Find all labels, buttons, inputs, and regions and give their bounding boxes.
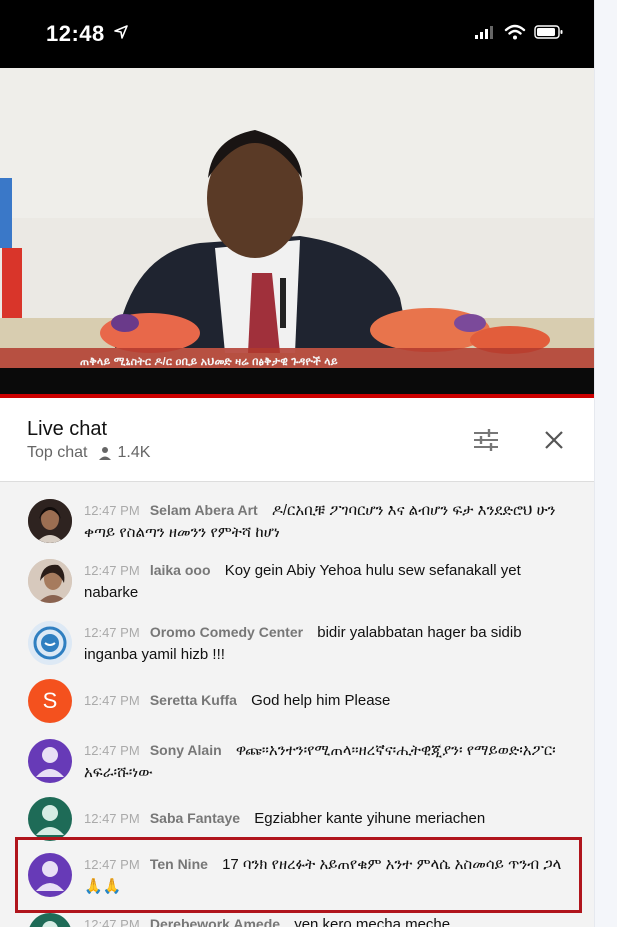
chat-message: 12:47 PM Sony Alain ዋጩ።አንተን፡የሚጠላ።ዘረኛና፡ሒት… xyxy=(0,735,594,787)
message-time: 12:47 PM xyxy=(84,811,140,826)
highlight-annotation-box xyxy=(15,837,582,913)
message-author[interactable]: Sony Alain xyxy=(150,742,222,758)
status-bar: 12:48 xyxy=(0,0,594,68)
message-time: 12:47 PM xyxy=(84,503,140,518)
message-author[interactable]: Selam Abera Art xyxy=(150,502,258,518)
chat-subtitle: Top chat 1.4K xyxy=(27,444,150,462)
wifi-icon xyxy=(504,24,526,40)
channel-logo xyxy=(28,621,72,665)
chat-message: 12:47 PM laika ooo Koy gein Abiy Yehoa h… xyxy=(0,555,594,607)
chat-message-content: 12:47 PM Saba Fantaye Egziabher kante yi… xyxy=(84,807,576,830)
message-text: Egziabher kante yihune meriachen xyxy=(254,810,486,827)
right-margin xyxy=(594,0,617,927)
chat-message-content: 12:47 PM laika ooo Koy gein Abiy Yehoa h… xyxy=(84,559,576,604)
user-photo xyxy=(28,499,72,543)
video-player[interactable]: ጠቅላይ ሚኒስትር ዶ/ር ዐቢይ አህመድ ዛሬ በፅቅታዊ ጉዳዮች ላይ xyxy=(0,68,594,398)
status-time: 12:48 xyxy=(46,21,105,46)
avatar[interactable] xyxy=(28,621,72,665)
message-time: 12:47 PM xyxy=(84,693,140,708)
person-icon xyxy=(99,447,112,460)
default-avatar-icon xyxy=(42,921,58,927)
cellular-signal-icon xyxy=(475,26,493,39)
avatar-initial: S xyxy=(42,688,58,713)
avatar[interactable] xyxy=(28,797,72,841)
chat-message-content: 12:47 PM Selam Abera Art ዶ/ርአቢቹ ፖገባርሆን እ… xyxy=(84,499,576,544)
default-avatar-icon xyxy=(36,747,64,777)
message-time: 12:47 PM xyxy=(84,625,140,640)
message-author[interactable]: Derebework Amede xyxy=(150,916,280,927)
avatar[interactable]: S xyxy=(28,679,72,723)
video-frame xyxy=(0,68,594,398)
message-author[interactable]: Oromo Comedy Center xyxy=(150,624,303,640)
chat-title: Live chat xyxy=(27,418,108,440)
avatar[interactable] xyxy=(28,739,72,783)
message-author[interactable]: Seretta Kuffa xyxy=(150,692,237,708)
chat-message-content: 12:47 PM Sony Alain ዋጩ።አንተን፡የሚጠላ።ዘረኛና፡ሒት… xyxy=(84,739,576,784)
filter-settings-icon[interactable] xyxy=(470,426,502,454)
viewer-count: 1.4K xyxy=(117,444,151,461)
message-author[interactable]: laika ooo xyxy=(150,562,211,578)
chat-message: 12:47 PM Saba Fantaye Egziabher kante yi… xyxy=(0,797,594,841)
chat-message: 12:47 PM Oromo Comedy Center bidir yalab… xyxy=(0,617,594,669)
message-time: 12:47 PM xyxy=(84,917,140,927)
avatar[interactable] xyxy=(28,499,72,543)
message-time: 12:47 PM xyxy=(84,743,140,758)
avatar[interactable] xyxy=(28,913,72,927)
phone-screen: 12:48 ጠቅላይ ሚኒስትር ዶ/ር ዐቢይ አህመድ ዛሬ በፅቅታዊ ጉ… xyxy=(0,0,594,927)
message-author[interactable]: Saba Fantaye xyxy=(150,810,240,826)
chat-message-content: 12:47 PM Derebework Amede yen kero mecha… xyxy=(84,913,576,927)
status-icons xyxy=(474,24,564,40)
avatar[interactable] xyxy=(28,559,72,603)
chat-header: Live chat Top chat 1.4K xyxy=(0,398,594,482)
video-caption: ጠቅላይ ሚኒስትር ዶ/ር ዐቢይ አህመድ ዛሬ በፅቅታዊ ጉዳዮች ላይ xyxy=(80,356,338,368)
chat-mode-selector[interactable]: Top chat xyxy=(27,444,87,462)
chat-message-content: 12:47 PM Seretta Kuffa God help him Plea… xyxy=(84,689,576,712)
chat-message: S 12:47 PM Seretta Kuffa God help him Pl… xyxy=(0,679,594,725)
battery-icon xyxy=(534,25,563,39)
message-time: 12:47 PM xyxy=(84,563,140,578)
user-photo xyxy=(28,559,72,603)
default-avatar-icon xyxy=(36,805,64,835)
chat-message-content: 12:47 PM Oromo Comedy Center bidir yalab… xyxy=(84,621,576,666)
message-text: yen kero mecha meche xyxy=(294,916,451,927)
close-icon[interactable] xyxy=(538,424,570,456)
chat-message: 12:47 PM Selam Abera Art ዶ/ርአቢቹ ፖገባርሆን እ… xyxy=(0,495,594,547)
location-arrow-icon xyxy=(114,25,128,39)
chat-message: 12:47 PM Derebework Amede yen kero mecha… xyxy=(0,913,594,927)
message-text: God help him Please xyxy=(251,692,391,709)
